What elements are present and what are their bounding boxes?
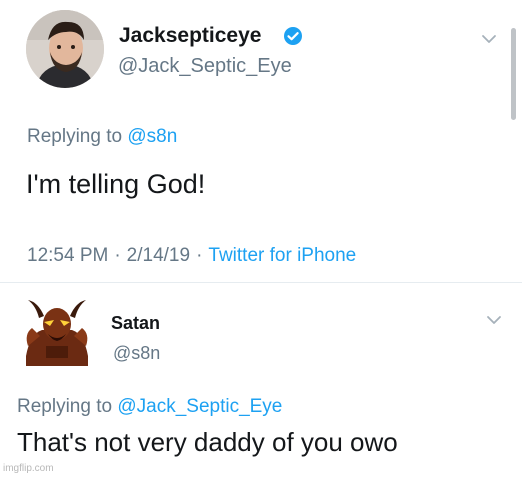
avatar-satan[interactable]: [22, 296, 92, 366]
tweet-text: I'm telling God!: [26, 169, 206, 199]
scrollbar[interactable]: [511, 28, 516, 120]
tweet-date: 2/14/19: [126, 245, 191, 266]
tweet-time: 12:54 PM: [27, 245, 109, 266]
replying-to-mention[interactable]: @s8n: [127, 126, 177, 147]
tweet-main: Jacksepticeye @Jack_Septic_Eye Replying …: [0, 0, 522, 282]
chevron-down-icon[interactable]: [486, 315, 502, 325]
avatar-jacksepticeye[interactable]: [26, 10, 104, 88]
replying-to-mention[interactable]: @Jack_Septic_Eye: [117, 396, 282, 417]
replying-to: Replying to @s8n: [27, 126, 177, 148]
replying-to: Replying to @Jack_Septic_Eye: [17, 396, 282, 418]
chevron-down-icon[interactable]: [481, 34, 497, 44]
display-name[interactable]: Jacksepticeye: [119, 24, 261, 48]
tweet-source-link[interactable]: Twitter for iPhone: [208, 245, 356, 266]
separator: ·: [114, 245, 121, 266]
replying-to-prefix: Replying to: [17, 396, 113, 417]
watermark: imgflip.com: [3, 463, 54, 474]
separator: ·: [196, 245, 203, 266]
tweet-metadata: 12:54 PM · 2/14/19 · Twitter for iPhone: [27, 245, 356, 267]
handle[interactable]: @Jack_Septic_Eye: [118, 55, 292, 78]
display-name[interactable]: Satan: [111, 313, 160, 334]
tweet-text: That's not very daddy of you owo: [17, 427, 398, 457]
handle[interactable]: @s8n: [113, 343, 160, 364]
verified-badge-icon: [284, 27, 302, 45]
replying-to-prefix: Replying to: [27, 126, 123, 147]
